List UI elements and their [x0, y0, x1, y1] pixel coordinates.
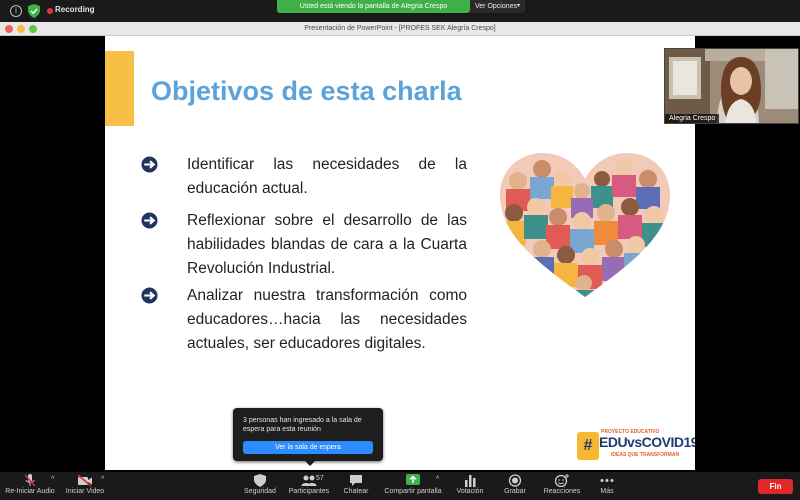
reactions-button[interactable]: Reacciones [540, 474, 584, 500]
bullet-item: Reflexionar sobre el desarrollo de las h… [141, 211, 477, 283]
bullet-item: Analizar nuestra transformación como edu… [141, 286, 477, 382]
record-icon [508, 474, 522, 487]
participants-label: Participantes [288, 488, 330, 495]
waiting-room-message: 3 personas han ingresado a la sala de es… [243, 417, 362, 433]
bullet-text: Analizar nuestra transformación como edu… [187, 287, 467, 352]
poll-button[interactable]: Votación [452, 474, 488, 500]
hashtag-badge: # [577, 432, 599, 460]
popup-pointer [305, 461, 315, 466]
eduvscovid-logo: # PROYECTO EDUCATIVO EDUvsCOVID19 IDEAS … [575, 428, 695, 464]
bar-chart-icon [465, 475, 476, 487]
video-off-icon [77, 474, 92, 487]
security-label: Seguridad [244, 488, 276, 495]
chat-button[interactable]: Chatear [338, 474, 374, 500]
presentation-slide: Objetivos de esta charla Identificar las… [105, 36, 695, 470]
window-titlebar: Presentación de PowerPoint - [PROFES SEK… [0, 22, 800, 36]
chat-bubble-icon [350, 475, 362, 486]
view-options-button[interactable]: Ver Opciones ▾ [470, 0, 525, 13]
bullet-text: Reflexionar sobre el desarrollo de las h… [187, 212, 467, 277]
logo-main-text: EDUvsCOVID19 [599, 434, 695, 450]
info-icon[interactable]: i [10, 5, 22, 17]
audio-label: Re-Iniciar Audio [5, 488, 55, 495]
participant-video-image [665, 49, 798, 123]
arrow-circle-icon [141, 287, 158, 304]
participants-count: 57 [316, 475, 324, 482]
participants-icon [301, 475, 317, 486]
recording-label: Recording [55, 5, 95, 14]
share-options-caret[interactable]: ^ [436, 476, 439, 483]
chat-label: Chatear [343, 488, 369, 495]
window-title: Presentación de PowerPoint - [PROFES SEK… [304, 25, 496, 32]
audio-button[interactable]: Re-Iniciar Audio [4, 474, 56, 500]
audio-options-caret[interactable]: ^ [51, 476, 54, 483]
record-button[interactable]: Grabar [498, 474, 532, 500]
title-accent-bar [105, 51, 134, 126]
more-dots-icon [600, 479, 614, 482]
end-meeting-button[interactable]: Fin [758, 479, 793, 494]
screen-share-banner: Usted está viendo la pantalla de Alegria… [277, 0, 470, 13]
more-label: Más [600, 488, 614, 495]
shield-icon [254, 474, 266, 487]
zoom-screen-share: i Recording Usted está viendo la pantall… [0, 0, 800, 500]
logo-sub-text: IDEAS QUE TRANSFORMAN [611, 452, 680, 458]
slide-title: Objetivos de esta charla [151, 76, 462, 106]
video-label: Iniciar Video [65, 488, 105, 495]
poll-label: Votación [456, 488, 484, 495]
meeting-controls-toolbar: Re-Iniciar Audio ^ Iniciar Video ^ Segur… [0, 472, 800, 500]
chevron-down-icon: ▾ [516, 3, 520, 9]
arrow-circle-icon [141, 156, 158, 173]
share-screen-label: Compartir pantalla [384, 488, 442, 495]
recording-dot-icon [47, 8, 53, 14]
share-screen-icon [406, 474, 420, 485]
view-waiting-room-button[interactable]: Ver la sala de espera [243, 441, 373, 454]
smiley-add-icon [554, 474, 569, 487]
waiting-room-notification: 3 personas han ingresado a la sala de es… [233, 408, 383, 466]
participants-button[interactable]: Participantes [285, 474, 333, 500]
arrow-circle-icon [141, 212, 158, 229]
bullet-item: Identificar las necesidades de la educac… [141, 155, 477, 203]
reactions-label: Reacciones [543, 488, 581, 495]
record-label: Grabar [504, 488, 526, 495]
shield-check-icon[interactable] [28, 4, 40, 18]
video-options-caret[interactable]: ^ [101, 476, 104, 483]
participant-name: Alegria Crespo [665, 114, 720, 123]
participant-video-tile[interactable]: Alegria Crespo [664, 48, 799, 124]
microphone-muted-icon [24, 474, 36, 487]
bullet-text: Identificar las necesidades de la educac… [187, 156, 467, 197]
zoom-top-bar: i Recording Usted está viendo la pantall… [0, 0, 800, 22]
view-options-label: Ver Opciones [475, 3, 518, 10]
heart-people-illustration [500, 153, 670, 297]
more-button[interactable]: Más [592, 474, 622, 500]
security-button[interactable]: Seguridad [240, 474, 280, 500]
